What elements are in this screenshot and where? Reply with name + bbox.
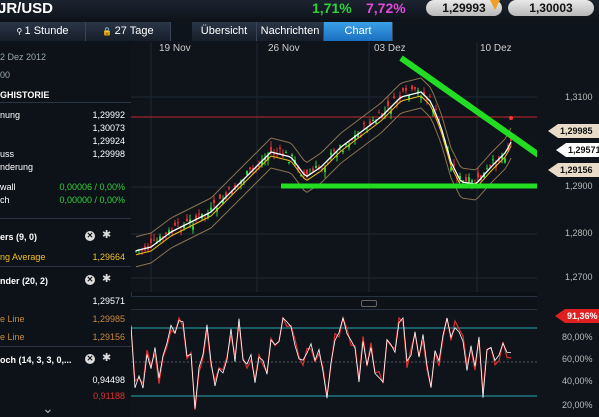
candle-body: [270, 147, 272, 152]
candle-body: [219, 194, 221, 200]
date-label: 10 Dez: [480, 43, 512, 54]
candle-body: [228, 187, 230, 189]
candle-body: [342, 151, 344, 153]
price-tag-lower: 1,29156: [548, 163, 599, 177]
candle-body: [468, 177, 470, 182]
divider: [0, 266, 131, 267]
candle-body: [291, 154, 293, 157]
gear-icon[interactable]: ✱: [102, 272, 111, 285]
candle-body: [249, 167, 251, 170]
date-label: 26 Nov: [268, 43, 300, 54]
candle-body: [339, 145, 341, 147]
percent-tick: 40,00%: [562, 376, 593, 386]
price-tick: 1,3100: [565, 92, 593, 102]
panel-splitter[interactable]: [131, 296, 599, 310]
price-chart-svg: [131, 42, 537, 292]
candle-body: [429, 96, 431, 98]
tab-overview[interactable]: Übersicht: [192, 22, 257, 41]
gear-icon[interactable]: ✱: [102, 351, 111, 364]
candle-body: [153, 239, 155, 241]
stochastic-d-line: [131, 316, 512, 409]
moving-average-yellow: [135, 95, 512, 256]
candle-body: [198, 213, 200, 215]
alert-marker: [509, 116, 513, 120]
close-icon[interactable]: ✕: [85, 231, 95, 241]
date-label: 03 Dez: [374, 43, 406, 54]
candle-body: [402, 88, 404, 91]
change-percent-secondary: 7,72%: [366, 0, 406, 16]
candle-body: [279, 147, 281, 149]
stochastic-panel[interactable]: [131, 310, 537, 417]
price-tag-upper: 1,29985: [548, 124, 599, 138]
candle-body: [288, 162, 290, 164]
candle-body: [213, 199, 215, 204]
tab-news[interactable]: Nachrichten: [257, 22, 324, 41]
divider: [0, 218, 131, 219]
tab-chart[interactable]: Chart: [324, 22, 393, 41]
stochastic-svg: [131, 315, 537, 411]
candle-body: [393, 96, 395, 99]
candle-body: [174, 222, 176, 226]
candle-body: [285, 152, 287, 154]
candle-body: [306, 169, 308, 175]
candle-body: [372, 119, 374, 121]
interval-select[interactable]: ⚲ 1 Stunde: [0, 22, 86, 41]
date-label: 19 Nov: [159, 43, 191, 54]
price-tick: 1,2800: [565, 228, 593, 238]
candle-body: [504, 158, 506, 163]
symbol-title: JR/USD: [0, 0, 54, 17]
gear-icon[interactable]: ✱: [102, 228, 111, 241]
candle-body: [435, 109, 437, 111]
candle-body: [315, 165, 317, 169]
range-select[interactable]: 🔒 27 Tage: [86, 22, 171, 41]
candle-body: [150, 238, 152, 244]
percent-tick: 80,00%: [562, 332, 593, 342]
candle-body: [363, 122, 365, 125]
candle-body: [489, 164, 491, 166]
price-chart[interactable]: 19 Nov 26 Nov 03 Dez 10 Dez: [131, 42, 537, 292]
candle-body: [477, 172, 479, 178]
candle-body: [165, 232, 167, 234]
candle-body: [210, 207, 212, 211]
candle-body: [186, 218, 188, 222]
close-icon[interactable]: ✕: [85, 354, 95, 364]
lock-icon: 🔒: [102, 27, 115, 36]
percent-tick: 20,00%: [562, 400, 593, 410]
price-tick: 1,2900: [565, 181, 593, 191]
sidebar-panel: 2 Dez 2012 00 GHISTORIE nung 1,29992 1,30…: [0, 42, 132, 417]
close-icon[interactable]: ✕: [85, 275, 95, 285]
candle-body: [405, 87, 407, 91]
candle-body: [492, 159, 494, 161]
drag-handle-icon[interactable]: [361, 300, 377, 307]
clock-icon: ⚲: [16, 27, 25, 36]
candle-body: [414, 87, 416, 89]
candle-body: [192, 226, 194, 230]
chevron-down-icon[interactable]: ⌄: [42, 400, 54, 417]
candle-body: [465, 177, 467, 182]
candle-body: [312, 168, 314, 172]
price-tick: 1,2700: [565, 272, 593, 282]
candle-body: [246, 170, 248, 175]
candle-body: [387, 101, 389, 107]
range-label: 27 Tage: [114, 25, 154, 37]
bollinger-upper: [135, 77, 512, 238]
candle-body: [411, 85, 413, 90]
candle-body: [273, 153, 275, 155]
interval-label: 1 Stunde: [24, 25, 69, 37]
divider: [0, 346, 131, 347]
change-percent: 1,71%: [312, 0, 352, 16]
price-down-icon: [490, 0, 500, 10]
ask-price-button[interactable]: 1,30003: [508, 0, 594, 16]
candle-body: [333, 149, 335, 152]
percent-tick: 60,00%: [562, 354, 593, 364]
divider: [0, 102, 131, 103]
candle-body: [378, 112, 380, 114]
candle-body: [177, 222, 179, 224]
candle-body: [486, 168, 488, 170]
candle-body: [330, 152, 332, 155]
